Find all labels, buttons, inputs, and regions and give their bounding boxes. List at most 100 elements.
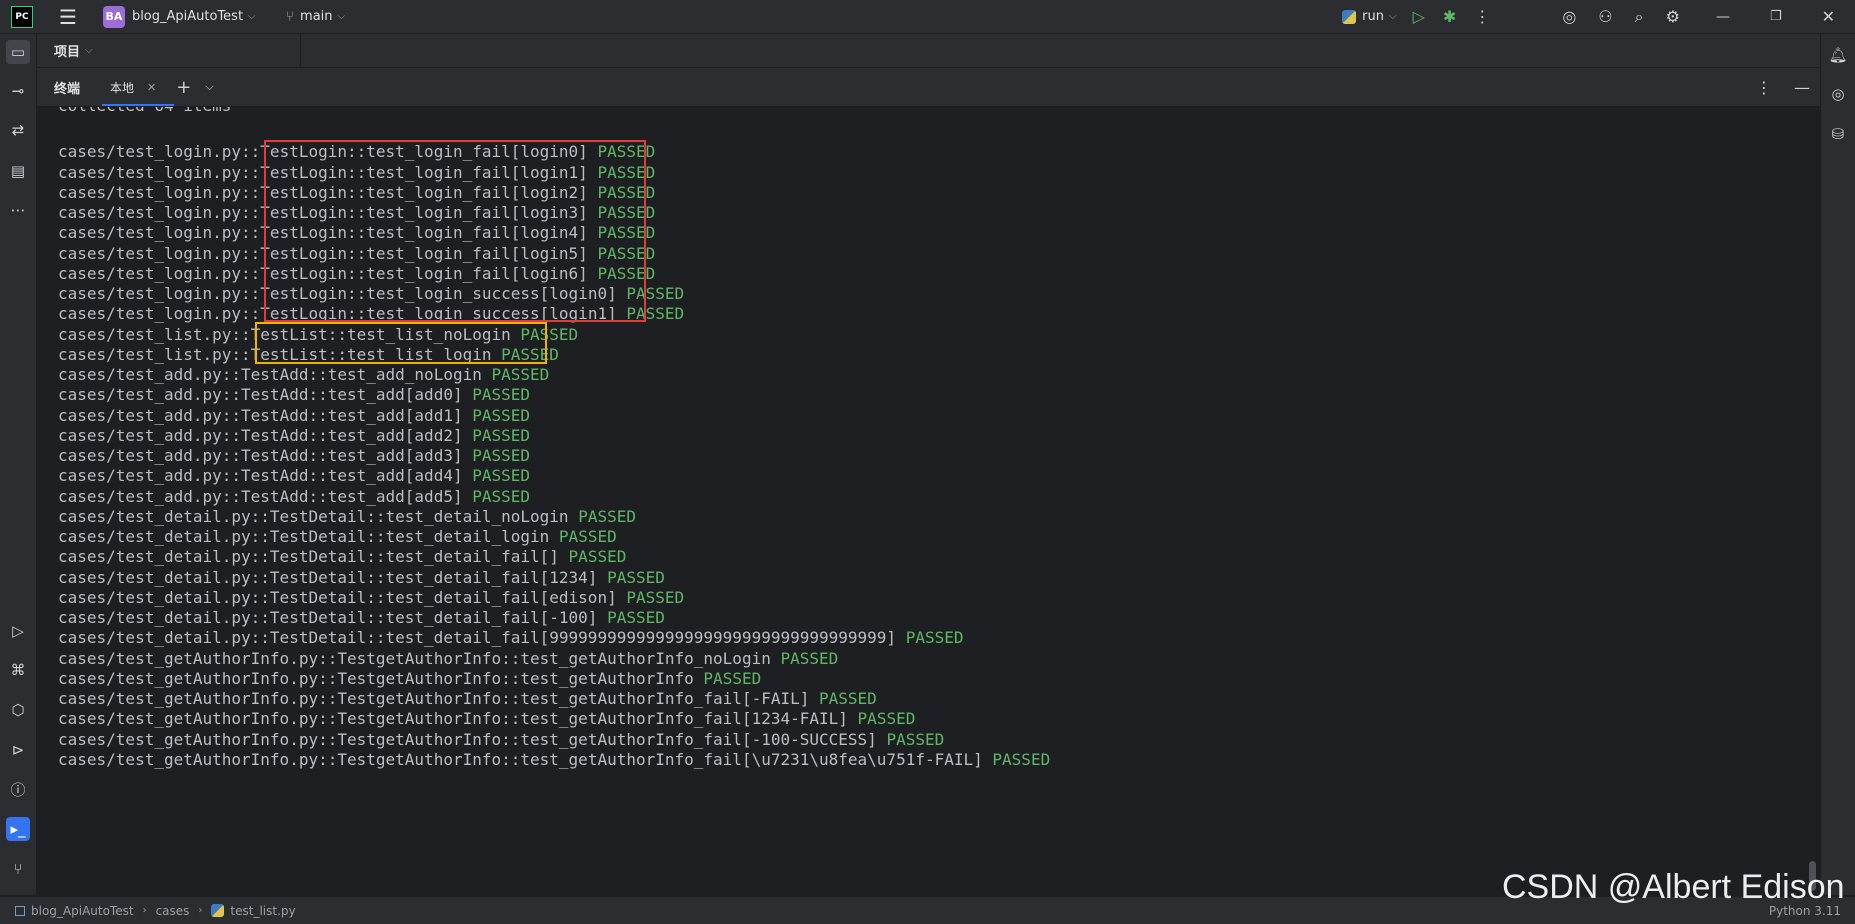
run-config-label: run [1362, 9, 1384, 24]
test-path: cases/test_add.py:: [58, 466, 242, 486]
minimize-icon[interactable]: — [1716, 9, 1730, 25]
commit-icon[interactable]: ⊸ [6, 79, 30, 103]
test-path: cases/test_getAuthorInfo.py:: [58, 749, 338, 769]
ai-chat-icon[interactable]: ◎ [1826, 82, 1850, 106]
test-status: PASSED [491, 365, 550, 384]
test-path: cases/test_add.py:: [58, 425, 242, 445]
hamburger-menu-icon[interactable]: ☰ [59, 7, 77, 27]
run-icon[interactable]: ▷ [1413, 7, 1425, 26]
test-path: cases/test_getAuthorInfo.py:: [58, 668, 338, 688]
tab-local[interactable]: 本地 ✕ [102, 68, 175, 106]
terminal-toolbar: 终端 本地 ✕ + ⌵ ⋮ — [37, 68, 1820, 107]
test-path: cases/test_add.py:: [58, 446, 242, 465]
notifications-icon[interactable]: 🔔︎ [1826, 43, 1850, 67]
test-status: PASSED [597, 142, 656, 162]
test-name: TestList::test_list_noLogin [250, 324, 511, 344]
test-status: PASSED [597, 203, 656, 222]
breadcrumb-folder[interactable]: cases [156, 904, 190, 918]
test-path: cases/test_getAuthorInfo.py:: [58, 648, 338, 668]
python-packages-icon[interactable]: ⬡ [6, 698, 30, 722]
terminal-icon[interactable]: ▸_ [6, 817, 30, 841]
python-file-icon [211, 904, 225, 917]
python-console-icon[interactable]: ⌘ [6, 658, 30, 682]
test-status: PASSED [819, 689, 877, 708]
chevron-right-icon: › [198, 905, 203, 916]
titlebar-actions: run ⌵ ▷ ✱ ⋮ ◎ ⚇ ⌕ ⚙ — ❐ ✕ [1342, 0, 1855, 33]
test-path: cases/test_login.py:: [58, 162, 261, 182]
left-tool-strip: ▭ ⊸ ⇄ ▤ ⋯ ▷ ⌘ ⬡ ⊳ ⓘ ▸_ ⑂ [0, 34, 37, 895]
settings-icon[interactable]: ⚙ [1666, 7, 1680, 26]
test-name: TestAdd::test_add[add0] [241, 385, 463, 405]
run-config-selector[interactable]: run ⌵ [1342, 9, 1397, 24]
services-icon[interactable]: ⊳ [6, 738, 30, 762]
terminal-line: cases/test_getAuthorInfo.py::TestgetAuth… [58, 748, 1050, 772]
more-icon[interactable]: ⋮ [1474, 7, 1490, 26]
test-path: cases/test_login.py:: [58, 304, 261, 324]
chevron-down-icon[interactable]: ⌵ [205, 80, 213, 94]
watermark: CSDN @Albert Edison [1502, 868, 1845, 906]
test-path: cases/test_detail.py:: [58, 547, 270, 567]
terminal-output[interactable]: collected 64 items cases/test_login.py::… [37, 107, 1820, 895]
test-path: cases/test_login.py:: [58, 243, 261, 263]
breadcrumb-project[interactable]: blog_ApiAutoTest [31, 904, 134, 918]
test-path: cases/test_getAuthorInfo.py:: [58, 709, 338, 729]
test-name: TestLogin::test_login_fail[login1] [260, 162, 588, 182]
test-path: cases/test_login.py:: [58, 263, 261, 283]
project-panel-header[interactable]: 项目 ⌵ [37, 34, 301, 67]
test-name: TestDetail::test_detail_login [269, 527, 550, 546]
test-status: PASSED [597, 182, 656, 202]
add-tab-icon[interactable]: + [176, 77, 191, 98]
test-status: PASSED [703, 668, 762, 688]
test-path: cases/test_add.py:: [58, 385, 242, 405]
test-name: TestLogin::test_login_fail[login0] [260, 142, 588, 162]
test-name: TestgetAuthorInfo::test_getAuthorInfo_fa… [337, 729, 877, 749]
test-status: PASSED [886, 729, 945, 749]
close-icon[interactable]: ✕ [147, 81, 156, 94]
add-user-icon[interactable]: ⚇ [1598, 7, 1612, 26]
test-status: PASSED [607, 567, 665, 587]
test-status: PASSED [626, 284, 685, 303]
test-name: TestgetAuthorInfo::test_getAuthorInfo_fa… [337, 689, 810, 708]
breadcrumb-file[interactable]: test_list.py [230, 904, 295, 918]
structure-icon[interactable]: ▤ [6, 159, 30, 183]
more-icon[interactable]: ⋯ [6, 198, 30, 222]
test-path: cases/test_login.py:: [58, 142, 261, 162]
run-icon[interactable]: ▷ [6, 619, 30, 643]
test-name: TestLogin::test_login_fail[login3] [260, 203, 588, 222]
test-path: cases/test_list.py:: [58, 324, 251, 344]
test-status: PASSED [597, 263, 656, 283]
test-path: cases/test_login.py:: [58, 284, 261, 303]
test-status: PASSED [558, 527, 617, 546]
git-icon[interactable]: ⑂ [6, 857, 30, 881]
branch-selector[interactable]: ⑂ main ⌵ [256, 9, 345, 25]
problems-icon[interactable]: ⓘ [6, 777, 30, 801]
folder-icon[interactable]: ▭ [6, 40, 30, 64]
test-path: cases/test_getAuthorInfo.py:: [58, 689, 338, 708]
test-name: TestLogin::test_login_success[login0] [260, 284, 617, 303]
test-status: PASSED [992, 749, 1051, 769]
restore-icon[interactable]: ❐ [1770, 9, 1782, 24]
ai-assistant-icon[interactable]: ◎ [1562, 7, 1576, 26]
project-selector[interactable]: BA blog_ApiAutoTest ⌵ [77, 5, 256, 28]
test-name: TestDetail::test_detail_noLogin [269, 506, 569, 526]
test-status: PASSED [472, 385, 531, 405]
test-name: TestDetail::test_detail_fail[-100] [269, 608, 598, 627]
minimize-panel-icon[interactable]: — [1794, 78, 1810, 97]
tab-local-label: 本地 [110, 80, 135, 95]
test-name: TestAdd::test_add[add4] [241, 466, 463, 486]
test-name: TestLogin::test_login_fail[login4] [260, 223, 588, 243]
test-path: cases/test_list.py:: [58, 344, 251, 364]
chevron-down-icon: ⌵ [337, 11, 346, 22]
right-tool-strip: 🔔︎ ◎ ⛁ [1820, 34, 1855, 895]
more-icon[interactable]: ⋮ [1756, 78, 1772, 97]
pull-request-icon[interactable]: ⇄ [6, 118, 30, 142]
database-icon[interactable]: ⛁ [1826, 122, 1850, 146]
test-name: TestDetail::test_detail_fail[99999999999… [269, 628, 897, 648]
test-status: PASSED [578, 506, 636, 526]
git-branch-icon: ⑂ [285, 8, 295, 25]
close-icon[interactable]: ✕ [1822, 7, 1835, 26]
search-icon[interactable]: ⌕ [1635, 7, 1644, 27]
test-path: cases/test_detail.py:: [58, 567, 270, 587]
debug-icon[interactable]: ✱ [1443, 7, 1456, 26]
test-status: PASSED [597, 162, 656, 182]
